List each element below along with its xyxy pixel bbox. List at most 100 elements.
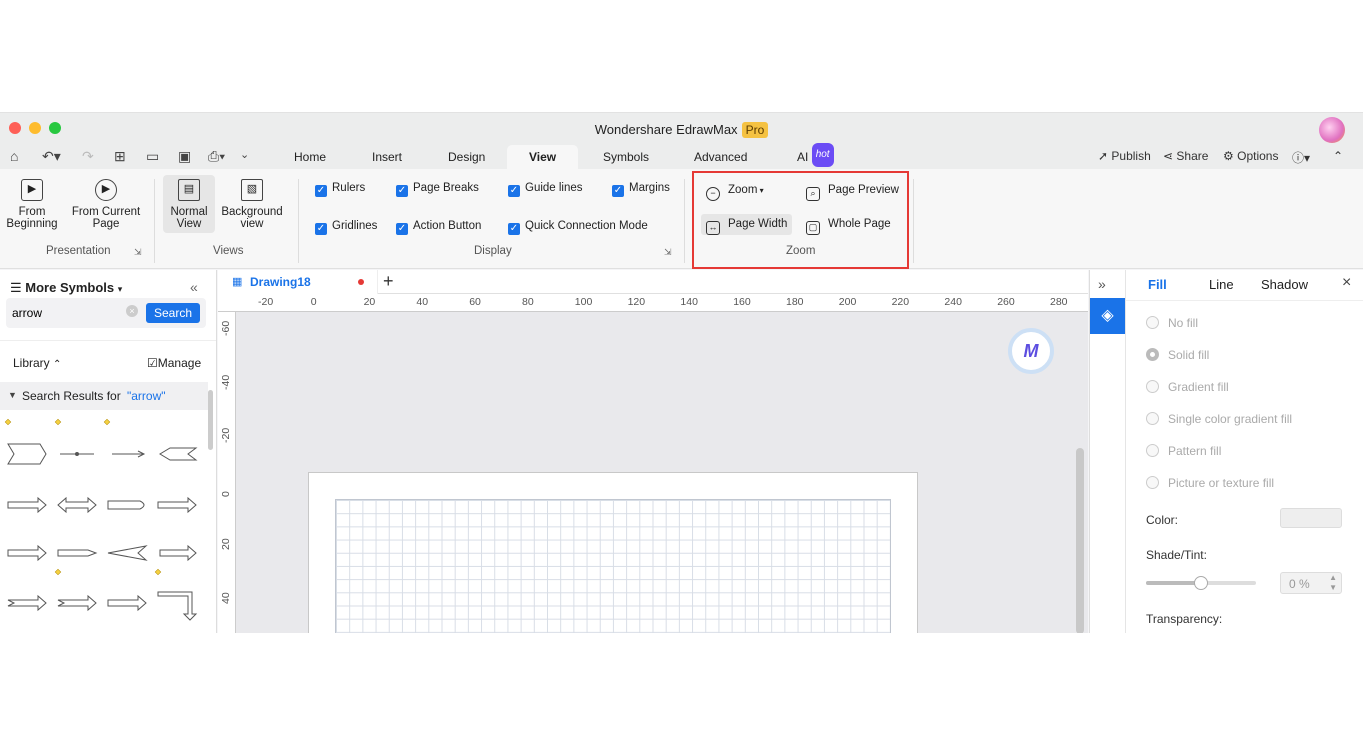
close-icon[interactable]: × (1342, 274, 1351, 292)
ruler-tick-label: 40 (220, 591, 232, 604)
guide-lines-checkbox[interactable]: ✓ Guide lines (508, 181, 583, 197)
canvas-area: ▦ Drawing18 + -20 0 20 40 60 80 100 120 140 160 18… (218, 270, 1088, 633)
double-chevron-up-icon: ⌃ (53, 359, 62, 370)
from-beginning-button[interactable]: ▶ From Beginning (6, 179, 58, 230)
search-input[interactable] (12, 304, 122, 322)
tab-advanced[interactable]: Advanced (680, 145, 761, 169)
gridlines-checkbox[interactable]: ✓ Gridlines (315, 219, 377, 235)
tab-symbols[interactable]: Symbols (589, 145, 663, 169)
library-toggle[interactable]: Library ⌃ (13, 356, 61, 370)
color-picker[interactable] (1280, 508, 1342, 528)
hot-badge: hot (811, 143, 834, 167)
properties-panel: » ◈ Fill Line Shadow × No fill Solid fil… (1089, 270, 1363, 633)
display-expand-icon[interactable]: ⇲ (664, 247, 672, 258)
avatar[interactable] (1319, 117, 1345, 143)
share-button[interactable]: ⋖ Share (1163, 149, 1208, 163)
background-view-button[interactable]: ▧ Background view (220, 179, 284, 230)
radio-selected-icon (1146, 348, 1159, 361)
solid-fill-radio[interactable]: Solid fill (1146, 348, 1209, 362)
ruler-tick-label: 240 (944, 296, 962, 308)
ai-assistant-icon[interactable]: M (1008, 328, 1054, 374)
options-button[interactable]: ⚙ Options (1223, 149, 1278, 163)
search-button[interactable]: Search (146, 303, 200, 323)
tab-design[interactable]: Design (434, 145, 499, 169)
tab-home[interactable]: Home (280, 145, 340, 169)
shade-stepper[interactable]: 0 % ▲ ▼ (1280, 572, 1342, 594)
publish-button[interactable]: ➚ Publish (1098, 149, 1151, 163)
add-tab-icon[interactable]: + (383, 271, 394, 292)
tab-view[interactable]: View (507, 145, 579, 169)
redo-icon[interactable]: ↷ (82, 148, 94, 165)
radio-icon (1146, 476, 1159, 489)
pattern-fill-radio[interactable]: Pattern fill (1146, 444, 1221, 458)
search-results-header[interactable]: ▼ Search Results for "arrow" (0, 382, 208, 410)
window-title: Wondershare EdrawMax Pro (0, 122, 1363, 138)
undo-icon[interactable]: ↶▾ (42, 148, 61, 165)
document-tab-strip: ▦ Drawing18 + (218, 270, 1088, 294)
symbols-scrollbar[interactable] (208, 390, 213, 450)
picture-fill-radio[interactable]: Picture or texture fill (1146, 476, 1274, 490)
open-folder-icon[interactable]: ▭ (146, 148, 159, 165)
page-breaks-checkbox[interactable]: ✓ Page Breaks (396, 181, 479, 197)
divider (913, 179, 914, 263)
normal-view-button[interactable]: ▤ Normal View (163, 175, 215, 233)
home-icon[interactable]: ⌂ (10, 148, 18, 164)
ruler-tick-label: 200 (838, 296, 857, 308)
presentation-expand-icon[interactable]: ⇲ (134, 247, 142, 258)
expand-panel-icon[interactable]: » (1098, 276, 1106, 292)
shade-tint-label: Shade/Tint: (1146, 548, 1207, 562)
display-group-label: Display (474, 245, 512, 257)
divider (298, 179, 299, 263)
radio-icon (1146, 412, 1159, 425)
radio-icon (1146, 444, 1159, 457)
shade-slider-thumb[interactable] (1194, 576, 1208, 590)
divider (0, 340, 216, 341)
more-chevron-icon[interactable]: ⌄ (240, 148, 249, 161)
collapse-panel-icon[interactable]: « (190, 279, 198, 295)
clear-search-icon[interactable]: × (126, 305, 138, 317)
action-button-checkbox[interactable]: ✓ Action Button (396, 219, 481, 235)
tab-line[interactable]: Line (1209, 277, 1234, 292)
quick-connection-checkbox[interactable]: ✓ Quick Connection Mode (508, 219, 648, 235)
collapse-ribbon-icon[interactable]: ⌃ (1333, 149, 1343, 163)
title-bar: Wondershare EdrawMax Pro (0, 113, 1363, 145)
ruler-tick-label: 180 (786, 296, 804, 308)
check-icon: ✓ (396, 223, 408, 235)
save-icon[interactable]: ▣ (178, 148, 191, 165)
ruler-tick-label: 140 (680, 296, 698, 308)
fill-bucket-icon[interactable]: ◈ (1090, 298, 1125, 334)
drawing-page[interactable] (308, 472, 918, 633)
divider (154, 179, 155, 263)
tab-shadow[interactable]: Shadow (1261, 277, 1308, 292)
divider (1125, 270, 1126, 633)
gradient-fill-radio[interactable]: Gradient fill (1146, 380, 1229, 394)
symbol-grid[interactable] (0, 416, 208, 626)
check-icon: ✓ (612, 185, 624, 197)
tab-fill[interactable]: Fill (1148, 277, 1167, 292)
shade-slider-track[interactable] (1146, 576, 1256, 590)
presentation-icon: ▶ (21, 179, 43, 201)
single-color-gradient-radio[interactable]: Single color gradient fill (1146, 412, 1292, 426)
manage-button[interactable]: ☑Manage (147, 356, 201, 370)
canvas-scrollbar[interactable] (1076, 448, 1084, 633)
help-icon[interactable]: ⓘ▾ (1292, 149, 1310, 166)
radio-icon (1146, 316, 1159, 329)
search-box: × Search (6, 298, 206, 328)
ruler-tick-label: 280 (1050, 296, 1068, 308)
doc-tab-drawing18[interactable]: ▦ Drawing18 (218, 270, 378, 294)
tab-ai[interactable]: AI hot (783, 143, 848, 169)
rulers-checkbox[interactable]: ✓ Rulers (315, 181, 365, 197)
transparency-label: Transparency: (1146, 612, 1223, 626)
ruler-tick-label: 260 (997, 296, 1015, 308)
new-file-icon[interactable]: ⊞ (114, 148, 126, 165)
tab-insert[interactable]: Insert (358, 145, 416, 169)
margins-checkbox[interactable]: ✓ Margins (612, 181, 670, 197)
no-fill-radio[interactable]: No fill (1146, 316, 1198, 330)
from-current-page-button[interactable]: ▶ From Current Page (70, 179, 142, 230)
stepper-arrows-icon: ▲ ▼ (1329, 573, 1337, 592)
caret-down-icon: ▼ (8, 390, 17, 400)
ruler-tick-label: -60 (220, 320, 232, 336)
check-icon: ✓ (508, 223, 520, 235)
print-icon[interactable]: ⎙▾ (208, 148, 225, 165)
more-symbols-header[interactable]: ☰ More Symbols ▾ (10, 280, 122, 296)
